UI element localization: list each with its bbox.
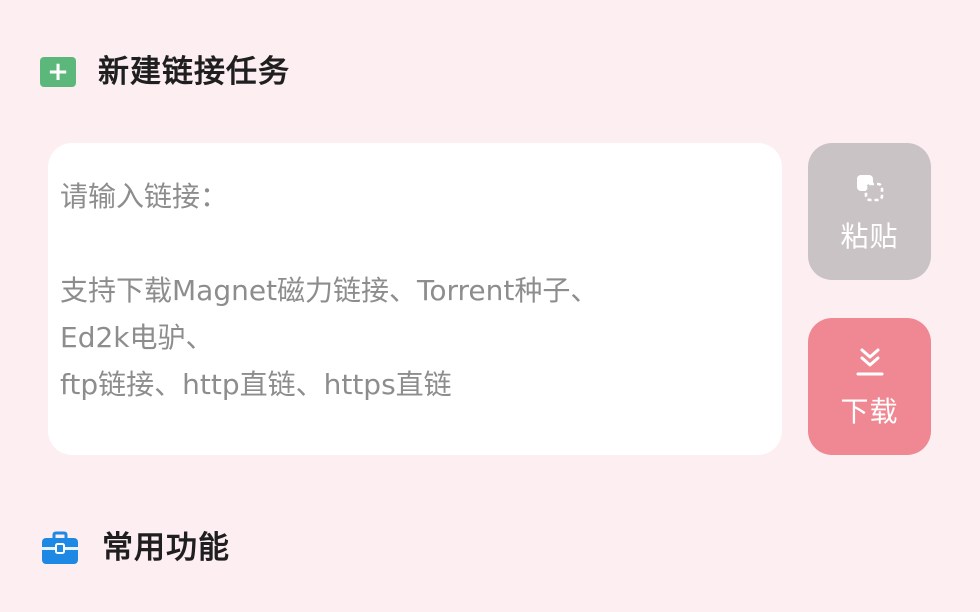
- paste-button-label: 粘贴: [840, 219, 899, 253]
- paste-icon: [856, 174, 883, 201]
- plus-icon: +: [40, 57, 76, 87]
- paste-button[interactable]: 粘贴: [808, 143, 931, 280]
- common-features-header: 常用功能: [40, 526, 230, 570]
- link-input[interactable]: [48, 143, 782, 455]
- new-task-header: + 新建链接任务: [40, 50, 290, 94]
- download-button-label: 下载: [840, 394, 899, 428]
- toolbox-icon: [42, 531, 78, 564]
- download-icon: [856, 348, 883, 375]
- download-button[interactable]: 下载: [808, 318, 931, 455]
- new-task-title: 新建链接任务: [98, 54, 290, 90]
- common-features-title: 常用功能: [102, 530, 230, 566]
